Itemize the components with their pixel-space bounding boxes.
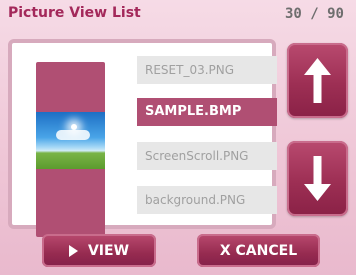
view-button[interactable]: VIEW: [42, 234, 156, 267]
file-item-sample-bmp[interactable]: SAMPLE.BMP: [137, 98, 277, 126]
cancel-button[interactable]: X CANCEL: [197, 234, 320, 267]
preview-column: [36, 62, 105, 237]
file-item-background[interactable]: background.PNG: [137, 186, 277, 214]
view-button-label: VIEW: [87, 242, 130, 259]
thumbnail-cloud: [56, 130, 90, 140]
play-icon: [68, 244, 78, 257]
preview-thumbnail: [36, 112, 105, 169]
scroll-up-button[interactable]: [287, 43, 348, 118]
page-counter: 30 / 90: [284, 6, 344, 22]
arrow-up-icon: [304, 58, 331, 103]
file-item-reset-03[interactable]: RESET_03.PNG: [137, 56, 277, 84]
cancel-button-label: X CANCEL: [219, 242, 298, 259]
file-item-screenscroll[interactable]: ScreenScroll.PNG: [137, 142, 277, 170]
scroll-down-button[interactable]: [287, 141, 348, 216]
file-list-panel: RESET_03.PNG SAMPLE.BMP ScreenScroll.PNG…: [8, 39, 277, 237]
page-title: Picture View List: [8, 5, 141, 21]
arrow-down-icon: [304, 156, 331, 201]
